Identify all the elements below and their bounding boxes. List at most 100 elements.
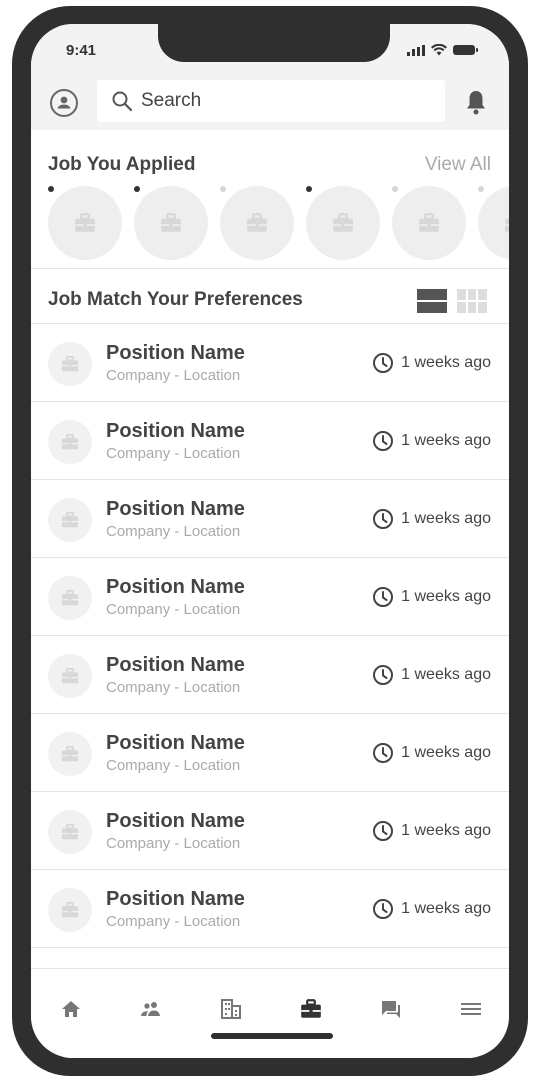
search-input[interactable]: Search — [97, 80, 445, 122]
home-icon — [60, 999, 82, 1024]
job-row[interactable]: Position Name Company - Location 1 weeks… — [31, 792, 509, 870]
nav-people-button[interactable] — [139, 999, 163, 1023]
list-view-button[interactable] — [417, 289, 447, 313]
applied-section-title: Job You Applied — [48, 154, 196, 175]
job-company-location: Company - Location — [106, 679, 241, 696]
briefcase-icon — [505, 218, 509, 232]
briefcase-icon — [299, 998, 323, 1025]
briefcase-icon — [61, 355, 79, 372]
preferences-section-title: Job Match Your Preferences — [48, 289, 303, 310]
job-position: Position Name — [106, 342, 245, 364]
building-icon — [220, 998, 242, 1025]
application-status-dot — [306, 186, 312, 192]
job-company-location: Company - Location — [106, 523, 241, 540]
job-position: Position Name — [106, 654, 245, 676]
people-icon — [139, 1000, 163, 1023]
clock-icon — [373, 509, 394, 529]
clock-icon — [373, 431, 394, 451]
clock-icon — [373, 353, 394, 373]
job-row[interactable]: Position Name Company - Location 1 weeks… — [31, 324, 509, 402]
company-logo — [48, 888, 92, 932]
company-logo — [48, 576, 92, 620]
company-logo — [48, 654, 92, 698]
company-logo — [48, 342, 92, 386]
clock-icon — [373, 899, 394, 919]
applied-job-item[interactable] — [306, 186, 380, 260]
company-logo — [48, 810, 92, 854]
job-position: Position Name — [106, 420, 245, 442]
grid-view-button[interactable] — [457, 289, 487, 313]
home-indicator — [211, 1033, 333, 1039]
app-screen: 9:41 Search Job You Applied View All Job… — [31, 24, 509, 1058]
briefcase-icon — [161, 213, 181, 232]
job-time-text: 1 weeks ago — [401, 744, 491, 761]
job-time-text: 1 weeks ago — [401, 432, 491, 449]
status-time: 9:41 — [66, 42, 97, 59]
job-company-location: Company - Location — [106, 367, 241, 384]
job-row[interactable]: Position Name Company - Location 1 weeks… — [31, 558, 509, 636]
job-row[interactable]: Position Name Company - Location 1 weeks… — [31, 870, 509, 948]
applied-job-item[interactable] — [478, 186, 509, 260]
nav-briefcase-button[interactable] — [299, 998, 323, 1025]
job-row[interactable]: Position Name Company - Location 1 weeks… — [31, 480, 509, 558]
notification-bell-icon[interactable] — [463, 88, 489, 116]
bottom-navigation — [31, 968, 509, 1058]
job-company-location: Company - Location — [106, 757, 241, 774]
job-position: Position Name — [106, 576, 245, 598]
briefcase-icon — [61, 433, 79, 450]
briefcase-icon — [61, 823, 79, 840]
clock-icon — [373, 665, 394, 685]
applied-job-logo — [220, 186, 294, 260]
briefcase-icon — [301, 998, 321, 1018]
view-all-link[interactable]: View All — [425, 154, 491, 176]
job-row[interactable]: Position Name Company - Location 1 weeks… — [31, 636, 509, 714]
job-posted-time: 1 weeks ago — [372, 508, 491, 530]
job-time-text: 1 weeks ago — [401, 354, 491, 371]
job-company-location: Company - Location — [106, 445, 241, 462]
job-company-location: Company - Location — [106, 601, 241, 618]
job-position: Position Name — [106, 732, 245, 754]
applied-job-logo — [48, 186, 122, 260]
job-posted-time: 1 weeks ago — [372, 742, 491, 764]
briefcase-icon — [61, 667, 79, 684]
job-time-text: 1 weeks ago — [401, 666, 491, 683]
status-icons — [407, 44, 478, 56]
applied-job-item[interactable] — [48, 186, 122, 260]
job-company-location: Company - Location — [106, 835, 241, 852]
user-icon — [57, 96, 71, 109]
section-divider — [31, 268, 509, 269]
job-time-text: 1 weeks ago — [401, 900, 491, 917]
application-status-dot — [392, 186, 398, 192]
job-row[interactable]: Position Name Company - Location 1 weeks… — [31, 714, 509, 792]
application-status-dot — [478, 186, 484, 192]
applied-job-item[interactable] — [134, 186, 208, 260]
job-posted-time: 1 weeks ago — [372, 820, 491, 842]
briefcase-icon — [61, 901, 79, 918]
job-list: Position Name Company - Location 1 weeks… — [31, 324, 509, 948]
job-row[interactable]: Position Name Company - Location 1 weeks… — [31, 402, 509, 480]
profile-avatar-button[interactable] — [50, 89, 78, 117]
briefcase-icon — [419, 213, 439, 232]
applied-job-item[interactable] — [392, 186, 466, 260]
job-position: Position Name — [106, 888, 245, 910]
briefcase-icon — [333, 213, 353, 232]
job-posted-time: 1 weeks ago — [372, 430, 491, 452]
applied-job-logo — [134, 186, 208, 260]
view-toggle — [417, 289, 487, 313]
menu-icon — [460, 1001, 482, 1022]
nav-chat-button[interactable] — [379, 999, 403, 1023]
applied-job-logo — [478, 186, 509, 260]
clock-icon — [373, 587, 394, 607]
job-posted-time: 1 weeks ago — [372, 352, 491, 374]
job-posted-time: 1 weeks ago — [372, 664, 491, 686]
nav-building-button[interactable] — [219, 998, 243, 1025]
cellular-signal-icon — [407, 44, 425, 56]
nav-home-button[interactable] — [59, 999, 83, 1023]
battery-icon — [453, 45, 478, 55]
company-logo — [48, 732, 92, 776]
applied-job-item[interactable] — [220, 186, 294, 260]
briefcase-icon — [61, 589, 79, 606]
nav-menu-button[interactable] — [459, 999, 483, 1023]
job-time-text: 1 weeks ago — [401, 510, 491, 527]
applied-job-logo — [306, 186, 380, 260]
